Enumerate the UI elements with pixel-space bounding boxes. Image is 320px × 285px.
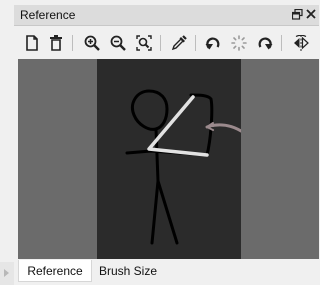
trash-icon (50, 35, 62, 51)
new-document-button[interactable] (21, 32, 43, 54)
expand-arrow-icon[interactable] (4, 269, 9, 277)
zoom-fit-button[interactable] (133, 32, 155, 54)
float-panel-button[interactable] (290, 6, 304, 22)
loading-spinner-icon (231, 35, 247, 51)
toolbar-separator (72, 35, 73, 51)
reference-image (97, 59, 241, 259)
toolbar-separator (281, 35, 282, 51)
color-picker-button[interactable] (168, 32, 190, 54)
new-document-icon (26, 35, 38, 51)
panel-left-strip (0, 262, 14, 285)
zoom-in-button[interactable] (81, 32, 103, 54)
close-icon (306, 9, 316, 19)
zoom-fit-icon (136, 35, 152, 51)
rotate-right-icon (258, 37, 273, 50)
tab-brush-size[interactable]: Brush Size (92, 260, 164, 281)
rotate-right-button[interactable] (254, 32, 276, 54)
float-icon (291, 8, 303, 20)
rotate-left-icon (205, 37, 220, 50)
panel-title: Reference (20, 8, 76, 22)
toolbar-separator (160, 35, 161, 51)
toolbar-separator (195, 35, 196, 51)
flip-horizontal-icon (294, 35, 309, 51)
zoom-out-icon (110, 35, 126, 51)
reference-toolbar (14, 30, 319, 58)
reference-panel: Reference Reference Brush Size (0, 0, 319, 285)
loading-spinner (228, 32, 250, 54)
reference-canvas[interactable] (18, 59, 319, 259)
rotate-left-button[interactable] (202, 32, 224, 54)
stick-figure-drawing (125, 89, 241, 245)
tab-reference[interactable]: Reference (18, 260, 92, 282)
flip-horizontal-button[interactable] (290, 32, 312, 54)
panel-tabs: Reference Brush Size (18, 260, 319, 285)
zoom-out-button[interactable] (107, 32, 129, 54)
panel-title-bar[interactable]: Reference (14, 5, 319, 26)
eyedropper-icon (171, 35, 187, 51)
zoom-in-icon (84, 35, 100, 51)
clear-image-button[interactable] (45, 32, 67, 54)
close-panel-button[interactable] (304, 6, 318, 22)
